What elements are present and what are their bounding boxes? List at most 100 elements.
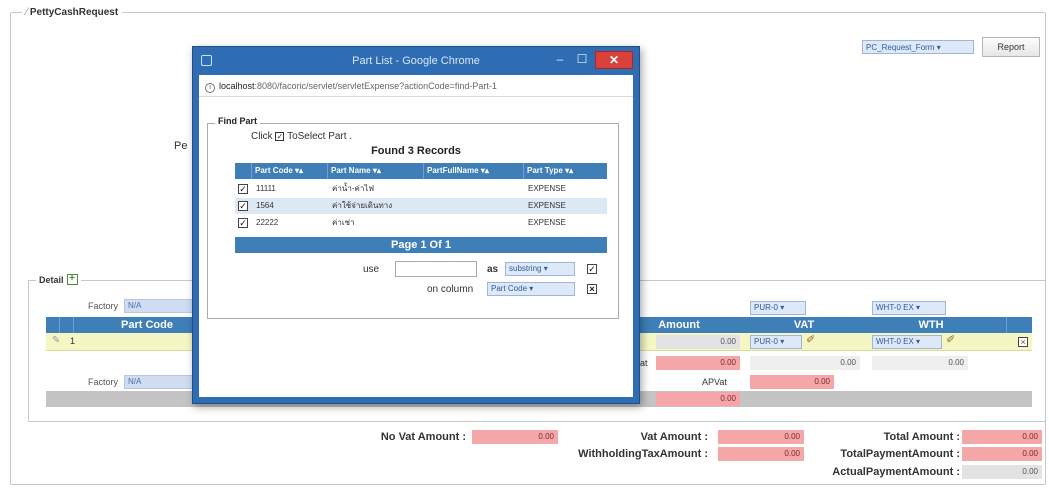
table-row[interactable]: ✓ 1564 ค่าใช้จ่ายเดินทาง EXPENSE (235, 198, 607, 214)
actualpay-label: ActualPaymentAmount : (832, 466, 960, 478)
row-number: 1 (70, 336, 76, 346)
apvat-field[interactable]: 0.00 (750, 375, 834, 389)
row-wth-select-value: WHT-0 EX (876, 337, 914, 346)
column-select-value: Part Code (491, 284, 528, 293)
sort-arrows-icon[interactable]: ▾▴ (481, 166, 489, 175)
col-label: Part Type (527, 166, 563, 175)
wht-label: WithholdingTaxAmount : (578, 448, 708, 460)
sort-arrows-icon[interactable]: ▾▴ (295, 166, 303, 175)
col-part-type[interactable]: Part Type ▾▴ (523, 163, 607, 179)
header-amount[interactable]: Amount (642, 317, 716, 333)
match-mode-select[interactable]: substring ▾ (505, 262, 575, 276)
novat-field[interactable]: 0.00 (472, 430, 558, 444)
report-template-value: PC_Request_Form (866, 43, 935, 52)
totalpay-field[interactable]: 0.00 (962, 447, 1042, 461)
info-icon[interactable]: i (205, 83, 215, 93)
detail-total-amount[interactable]: 0.00 (656, 392, 740, 406)
report-template-select[interactable]: PC_Request_Form ▾ (862, 40, 974, 54)
match-checkbox[interactable]: ✓ (587, 264, 597, 274)
url-path: :8080/facoric/servlet/servletExpense?act… (254, 81, 497, 91)
minimize-icon[interactable]: – (549, 51, 571, 69)
header-part-code[interactable]: Part Code (102, 317, 192, 333)
click-instruction: Click ✓ ToSelect Part . (251, 131, 352, 142)
row-checkbox[interactable]: ✓ (238, 184, 248, 194)
col-part-code[interactable]: Part Code ▾▴ (251, 163, 327, 179)
total-amount-field[interactable]: 0.00 (962, 430, 1042, 444)
checkbox-icon: ✓ (275, 131, 285, 141)
detail-legend: Detail + (36, 274, 81, 285)
find-part-legend: Find Part (215, 116, 261, 126)
pager: Page 1 Of 1 (235, 237, 607, 253)
url-host: localhost (219, 81, 255, 91)
edit-note-icon[interactable]: ✐ (946, 333, 955, 346)
form-title: PettyCashRequest (29, 6, 119, 18)
address-bar[interactable]: i localhost:8080/facoric/servlet/servletE… (199, 75, 633, 97)
partial-field-label: Pe (174, 140, 188, 152)
wht-field[interactable]: 0.00 (718, 447, 804, 461)
part-table-header: Part Code ▾▴ Part Name ▾▴ PartFullName ▾… (235, 163, 607, 179)
table-row[interactable]: ✓ 11111 ค่าน้ำ-ค่าไฟ EXPENSE (235, 181, 607, 197)
header-spacer (1006, 317, 1018, 333)
edit-note-icon[interactable]: ✐ (806, 333, 815, 346)
factory-label-bottom: Factory (88, 377, 119, 387)
total-amount-label: Total Amount : (883, 431, 960, 443)
col-part-fullname[interactable]: PartFullName ▾▴ (423, 163, 523, 179)
vat-amount-summary[interactable]: 0.00 (718, 430, 804, 444)
header-vat[interactable]: VAT (754, 317, 854, 333)
close-icon[interactable]: ✕ (595, 51, 633, 69)
search-input[interactable] (395, 261, 477, 277)
cell-part-code: 22222 (256, 218, 279, 227)
row-vat-select[interactable]: PUR-0 ▾ (750, 335, 802, 349)
click-suffix: ToSelect Part . (287, 131, 353, 142)
novat-label: No Vat Amount : (380, 431, 466, 443)
col-label: Part Name (331, 166, 371, 175)
row-wth-value[interactable]: 0.00 (872, 356, 968, 370)
row-amount[interactable]: 0.00 (656, 335, 740, 349)
factory-field-bottom[interactable]: N/A (124, 375, 194, 389)
sort-arrows-icon[interactable]: ▾▴ (565, 166, 573, 175)
vat-partial-label: at (640, 358, 648, 368)
maximize-icon[interactable]: ☐ (571, 51, 593, 69)
cell-part-fullname (425, 215, 523, 231)
wth-top-value: WHT-0 EX (876, 303, 914, 312)
pin-icon: ⁄ (26, 6, 28, 18)
cell-part-type: EXPENSE (528, 218, 566, 227)
table-row[interactable]: ✓ 22222 ค่าเช่า EXPENSE (235, 215, 607, 231)
popup-body: i localhost:8080/facoric/servlet/servletE… (199, 75, 633, 397)
report-button[interactable]: Report (982, 37, 1040, 57)
delete-row-icon[interactable]: × (1018, 337, 1028, 347)
col-part-name[interactable]: Part Name ▾▴ (327, 163, 423, 179)
column-select[interactable]: Part Code ▾ (487, 282, 575, 296)
vat-top-value: PUR-0 (754, 303, 779, 312)
factory-field-top[interactable]: N/A (124, 299, 194, 313)
cell-part-name: ค่าใช้จ่ายเดินทาง (332, 201, 393, 210)
vat-amount-field[interactable]: 0.00 (656, 356, 740, 370)
popup-titlebar[interactable]: Part List - Google Chrome – ☐ ✕ (193, 47, 639, 75)
found-records: Found 3 Records (371, 145, 461, 157)
actualpay-field[interactable]: 0.00 (962, 465, 1042, 479)
vat-amount-label: Vat Amount : (640, 431, 708, 443)
wth-top-select[interactable]: WHT-0 EX ▾ (872, 301, 946, 315)
cell-part-fullname (425, 198, 523, 214)
col-label: PartFullName (427, 166, 479, 175)
vat-top-select[interactable]: PUR-0 ▾ (750, 301, 806, 315)
sort-arrows-icon[interactable]: ▾▴ (373, 166, 381, 175)
row-checkbox[interactable]: ✓ (238, 218, 248, 228)
col-label: Part Code (255, 166, 293, 175)
header-spacer (46, 317, 60, 333)
edit-pencil-icon[interactable]: ✎ (52, 335, 60, 346)
use-label: use (363, 264, 380, 275)
row-checkbox[interactable]: ✓ (238, 201, 248, 211)
on-column-label: on column (427, 284, 474, 295)
totalpay-label: TotalPaymentAmount : (840, 448, 960, 460)
header-spacer (60, 317, 74, 333)
cell-part-name: ค่าน้ำ-ค่าไฟ (332, 184, 374, 193)
row-wth-select[interactable]: WHT-0 EX ▾ (872, 335, 942, 349)
expand-plus-icon[interactable]: + (66, 274, 78, 285)
factory-label: Factory (88, 301, 119, 311)
row-vat-value[interactable]: 0.00 (750, 356, 860, 370)
header-select-col (235, 163, 251, 179)
part-list-popup[interactable]: Part List - Google Chrome – ☐ ✕ i localho… (192, 46, 640, 404)
header-wth[interactable]: WTH (866, 317, 996, 333)
column-clear-icon[interactable]: × (587, 284, 597, 294)
